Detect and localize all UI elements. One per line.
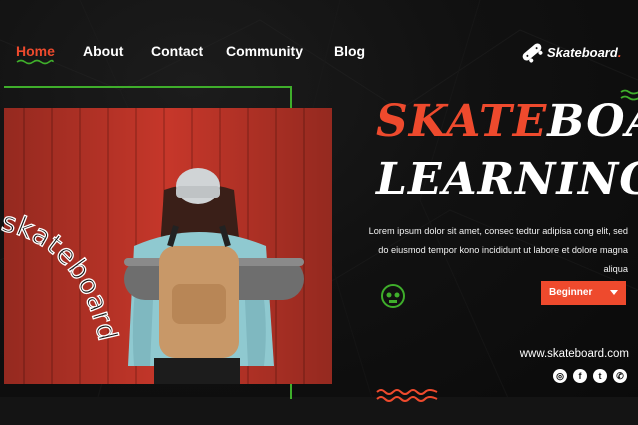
level-select[interactable]: Beginner bbox=[541, 281, 626, 305]
active-nav-squiggle bbox=[16, 59, 54, 65]
skateboard-icon bbox=[522, 43, 543, 63]
nav-community[interactable]: Community bbox=[226, 43, 303, 59]
instagram-icon[interactable]: ◎ bbox=[553, 369, 567, 383]
headline-line-1: SKATEBOARD bbox=[376, 96, 638, 147]
hero-headline: SKATEBOARD LEARNING bbox=[376, 96, 638, 208]
hero-description: Lorem ipsum dolor sit amet, consec tedtu… bbox=[368, 226, 628, 274]
twitter-icon[interactable]: t bbox=[593, 369, 607, 383]
green-skull-icon bbox=[381, 284, 405, 308]
whatsapp-icon[interactable]: ✆ bbox=[613, 369, 627, 383]
logo-text: Skateboard. bbox=[547, 45, 622, 60]
footer-bar bbox=[0, 397, 638, 425]
facebook-icon[interactable]: f bbox=[573, 369, 587, 383]
headline-line-2: LEARNING bbox=[376, 154, 638, 205]
red-zigzag-decoration bbox=[376, 389, 438, 402]
brand-logo[interactable]: Skateboard. bbox=[519, 38, 629, 66]
curved-skateboard-text: skateboard bbox=[0, 210, 123, 345]
website-link[interactable]: www.skateboard.com bbox=[507, 348, 629, 360]
nav-about[interactable]: About bbox=[83, 43, 123, 59]
landing-page: Home About Contact Community Blog Skateb… bbox=[0, 0, 638, 425]
nav-blog[interactable]: Blog bbox=[334, 43, 365, 59]
nav-home[interactable]: Home bbox=[16, 43, 55, 59]
svg-text:skateboard: skateboard bbox=[0, 210, 123, 345]
caret-down-icon bbox=[610, 290, 618, 295]
nav-contact[interactable]: Contact bbox=[151, 43, 203, 59]
level-select-value: Beginner bbox=[549, 287, 593, 298]
